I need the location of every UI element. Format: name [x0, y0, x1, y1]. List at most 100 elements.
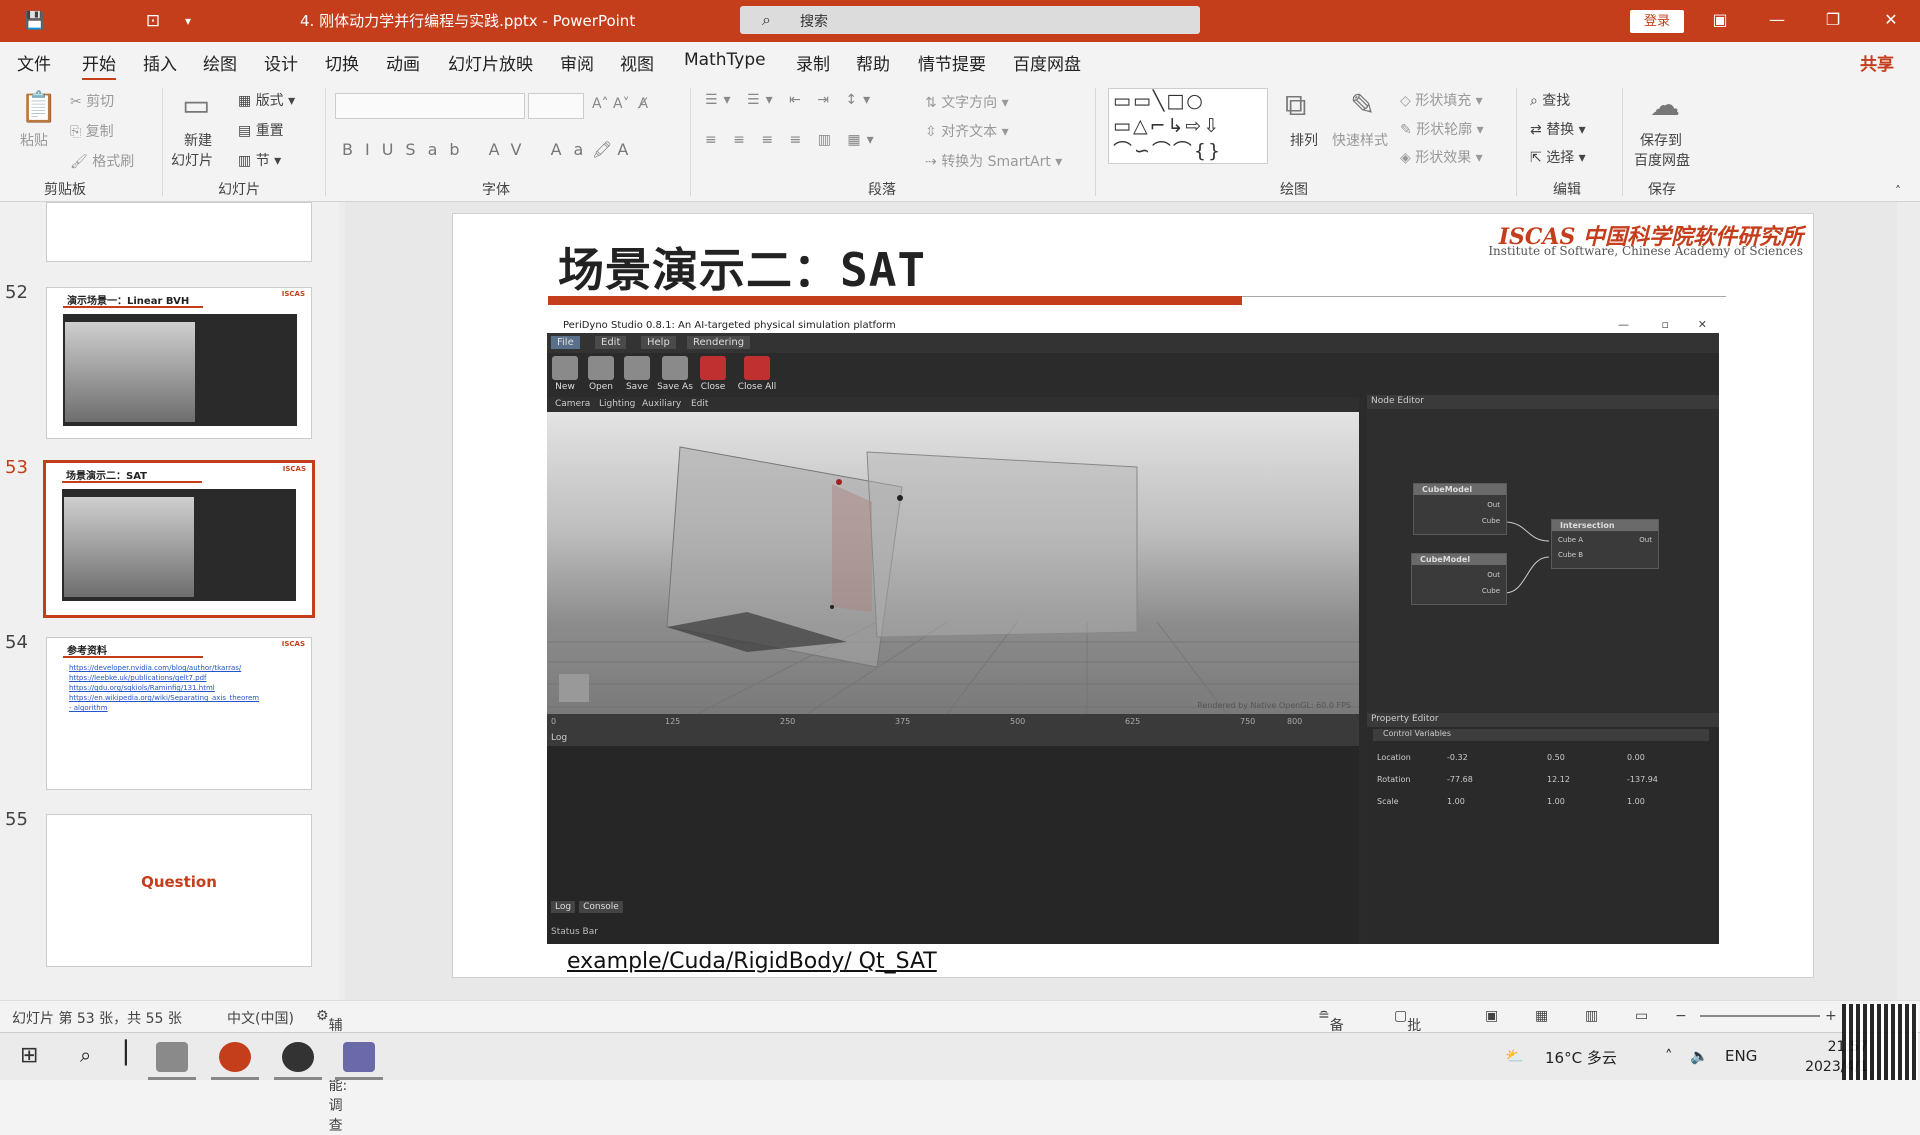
start-icon[interactable]: ⊞	[20, 1043, 38, 1068]
presentation-icon[interactable]: ⊡	[143, 11, 163, 31]
menu-insert[interactable]: 插入	[143, 50, 177, 75]
peridyno-screenshot[interactable]: PeriDyno Studio 0.8.1: An AI-targeted ph…	[547, 317, 1719, 944]
font-size-controls[interactable]: A˄ A˅ A̸	[592, 96, 648, 112]
task-view-icon[interactable]: ▏	[125, 1041, 142, 1066]
new-slide-dropdown[interactable]: 幻灯片	[171, 150, 213, 170]
text-direction-button[interactable]: ⇅ 文字方向 ▾	[925, 92, 1009, 112]
search-icon[interactable]: ⌕	[80, 1043, 91, 1067]
menu-record[interactable]: 录制	[796, 50, 830, 75]
select-button[interactable]: ⇱ 选择 ▾	[1530, 147, 1586, 167]
menu-animations[interactable]: 动画	[386, 50, 420, 75]
ribbon: 📋 粘贴 ✂ 剪切 ⎘ 复制 🖌 格式刷 剪贴板 ▭ 新建 幻灯片 ▦ 版式 ▾…	[0, 80, 1920, 202]
app-tool-new: New	[549, 356, 581, 392]
menu-slideshow[interactable]: 幻灯片放映	[448, 50, 533, 75]
slide-sorter-icon[interactable]: ▦	[1535, 1008, 1548, 1024]
shape-outline-button[interactable]: ✎ 形状轮廓 ▾	[1400, 119, 1484, 139]
zoom-slider[interactable]	[1700, 1015, 1820, 1017]
node-cubemodel: CubeModel Out Cube	[1411, 553, 1507, 605]
arrange-button[interactable]: 排列	[1290, 130, 1318, 150]
section-button[interactable]: ▥ 节 ▾	[238, 150, 281, 170]
menu-view[interactable]: 视图	[620, 50, 654, 75]
visual-studio-icon[interactable]	[343, 1042, 375, 1072]
title-accent-bar	[548, 296, 1242, 305]
save-icon[interactable]: 💾	[24, 11, 45, 31]
reset-button[interactable]: ▤ 重置	[238, 120, 284, 140]
notes-button[interactable]: ≘ 备注	[1318, 1008, 1344, 1054]
menu-transitions[interactable]: 切换	[325, 50, 359, 75]
find-button[interactable]: ⌕ 查找	[1530, 90, 1570, 110]
tool-label: Save As	[657, 382, 693, 392]
slide-title[interactable]: 场景演示二：SAT	[558, 234, 926, 300]
shape-fill-button[interactable]: ◇ 形状填充 ▾	[1400, 90, 1483, 110]
slide-thumbnail-52[interactable]: 演示场景一：Linear BVH ISCAS	[46, 287, 312, 439]
menu-storyboard[interactable]: 情节提要	[918, 50, 986, 75]
tray-expand-icon[interactable]: ˄	[1665, 1047, 1673, 1065]
copy-button[interactable]: ⎘ 复制	[70, 121, 114, 141]
comments-button[interactable]: ▢ 批注	[1394, 1008, 1421, 1054]
volume-icon[interactable]: 🔈	[1690, 1047, 1709, 1065]
timeline-end: 800	[1287, 717, 1303, 726]
shape-effects-button[interactable]: ◈ 形状效果 ▾	[1400, 147, 1483, 167]
restore-icon[interactable]: ❐	[1818, 10, 1848, 29]
slide-scrollbar[interactable]	[1897, 202, 1920, 1000]
close-icon[interactable]: ✕	[1876, 10, 1906, 29]
list-buttons[interactable]: ☰▾ ☰▾ ⇤ ⇥ ↕▾	[705, 92, 876, 108]
input-language[interactable]: ENG	[1725, 1047, 1757, 1065]
obs-icon[interactable]	[282, 1042, 314, 1072]
normal-view-icon[interactable]: ▣	[1485, 1008, 1498, 1024]
reading-view-icon[interactable]: ▥	[1585, 1008, 1598, 1024]
powerpoint-icon[interactable]	[219, 1042, 251, 1072]
thumb-screenshot	[63, 314, 297, 426]
menu-draw[interactable]: 绘图	[203, 50, 237, 75]
minimize-icon[interactable]: —	[1762, 10, 1792, 29]
language-indicator[interactable]: 中文(中国)	[227, 1008, 294, 1028]
menu-mathtype[interactable]: MathType	[684, 50, 766, 70]
slide-thumbnail-54[interactable]: 参考资料 ISCAS https://developer.nvidia.com/…	[46, 637, 312, 790]
property-value: 0.00	[1627, 753, 1645, 762]
quick-styles-button[interactable]: 快速样式	[1332, 130, 1388, 150]
new-slide-button[interactable]: 新建	[184, 130, 212, 150]
save-to-button[interactable]: 保存到	[1640, 130, 1682, 150]
cut-button[interactable]: ✂ 剪切	[70, 91, 114, 111]
weather-icon[interactable]: ⛅	[1505, 1047, 1524, 1065]
align-text-button[interactable]: ⇳ 对齐文本 ▾	[925, 121, 1009, 141]
menu-review[interactable]: 审阅	[560, 50, 594, 75]
accessibility-status[interactable]: ⚙ 辅助功能: 调查	[316, 1008, 347, 1134]
example-path-caption[interactable]: example/Cuda/RigidBody/ Qt_SAT	[567, 949, 937, 974]
collapse-ribbon-icon[interactable]: ˄	[1895, 184, 1901, 198]
menu-home[interactable]: 开始	[82, 50, 116, 81]
font-size-select[interactable]	[528, 93, 584, 119]
zoom-in-icon[interactable]: +	[1825, 1008, 1837, 1024]
menu-file[interactable]: 文件	[17, 50, 51, 75]
format-painter-button[interactable]: 🖌 格式刷	[70, 151, 134, 171]
font-style-buttons[interactable]: BIUSab AV Aa	[342, 140, 595, 159]
slideshow-view-icon[interactable]: ▭	[1635, 1008, 1648, 1024]
slide-thumbnail-51[interactable]	[46, 202, 312, 262]
align-buttons[interactable]: ≡ ≡ ≡ ≡ ▥ ▦▾	[705, 132, 880, 148]
slide-thumbnail-55[interactable]: Question	[46, 814, 312, 967]
customize-toolbar-icon[interactable]: ▾	[178, 11, 198, 31]
menu-design[interactable]: 设计	[264, 50, 298, 75]
layout-button[interactable]: ▦ 版式 ▾	[238, 90, 295, 110]
shapes-gallery[interactable]: ▭▭╲□○ ▭△⌐↳⇨⇩ ⌒∽⌒⌒{}	[1108, 88, 1268, 164]
replace-button[interactable]: ⇄ 替换 ▾	[1530, 119, 1586, 139]
login-button[interactable]: 登录	[1630, 10, 1684, 33]
file-explorer-icon[interactable]	[156, 1042, 188, 1072]
slide-thumbnail-53[interactable]: 场景演示二：SAT ISCAS	[43, 460, 315, 618]
font-color-buttons[interactable]: 🖍 A	[592, 140, 628, 159]
paste-button[interactable]: 粘贴	[20, 130, 48, 150]
search-input[interactable]: ⌕ 搜索	[740, 6, 1200, 34]
menu-help[interactable]: 帮助	[856, 50, 890, 75]
smartart-button[interactable]: ⇢ 转换为 SmartArt ▾	[925, 151, 1062, 171]
ribbon-display-icon[interactable]: ▣	[1705, 10, 1735, 29]
share-button[interactable]: 共享	[1860, 50, 1894, 75]
zoom-out-icon[interactable]: −	[1675, 1008, 1687, 1024]
weather-text[interactable]: 16°C 多云	[1545, 1047, 1617, 1068]
thumb-title-bar	[63, 306, 203, 308]
menu-baidu[interactable]: 百度网盘	[1013, 50, 1081, 75]
font-family-select[interactable]	[335, 93, 525, 119]
thumb-title-bar	[63, 656, 203, 658]
node-port: Cube A	[1558, 536, 1584, 544]
tool-label: New	[555, 382, 575, 392]
app-menu-rendering: Rendering	[687, 336, 751, 349]
